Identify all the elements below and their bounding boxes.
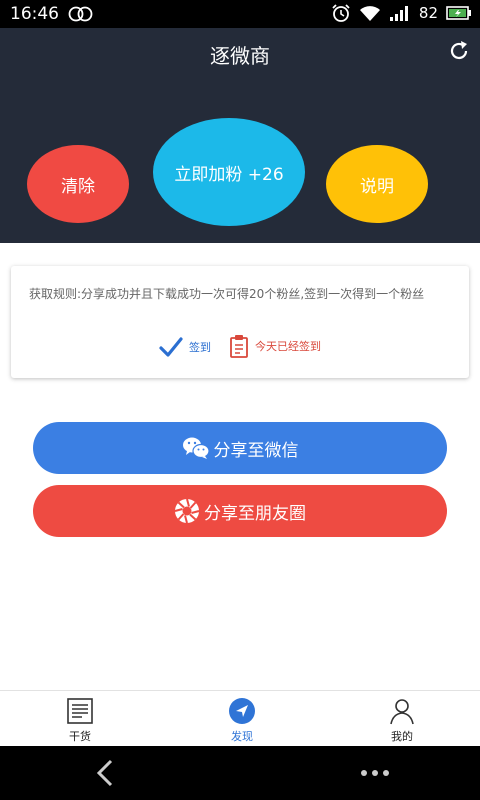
sync-rings-icon bbox=[68, 6, 93, 22]
tab-news-label: 干货 bbox=[69, 730, 91, 743]
back-icon[interactable] bbox=[95, 759, 115, 787]
tab-discover-label: 发现 bbox=[231, 730, 253, 743]
navigation-icon bbox=[229, 698, 255, 724]
wechat-icon bbox=[182, 437, 210, 459]
status-time: 16:46 bbox=[10, 4, 59, 24]
battery-icon bbox=[446, 6, 471, 20]
app-title: 逐微商 bbox=[210, 44, 270, 68]
checked-status-label: 今天已经签到 bbox=[255, 340, 321, 353]
person-icon bbox=[390, 699, 414, 725]
share-moments-button[interactable]: 分享至朋友圈 bbox=[33, 485, 447, 537]
status-indicators: 82 bbox=[331, 3, 472, 23]
checkin-label: 签到 bbox=[189, 341, 211, 354]
system-nav-bar bbox=[0, 746, 480, 800]
status-bar: 16:46 82 bbox=[0, 0, 480, 28]
battery-level: 82 bbox=[418, 4, 438, 22]
rules-text: 获取规则:分享成功并且下载成功一次可得20个粉丝,签到一次得到一个粉丝 bbox=[29, 287, 425, 301]
checkmark-icon bbox=[159, 337, 183, 357]
share-moments-label: 分享至朋友圈 bbox=[204, 503, 306, 524]
moments-aperture-icon bbox=[174, 498, 200, 524]
header-panel: 逐微商 清除 立即加粉 +26 说明 bbox=[0, 28, 480, 243]
rules-card: 获取规则:分享成功并且下载成功一次可得20个粉丝,签到一次得到一个粉丝 签到 今… bbox=[11, 266, 469, 378]
wifi-icon bbox=[359, 6, 380, 21]
refresh-icon[interactable] bbox=[448, 40, 470, 62]
checkin-button[interactable]: 签到 bbox=[159, 336, 211, 358]
share-wechat-button[interactable]: 分享至微信 bbox=[33, 422, 447, 474]
checked-in-status: 今天已经签到 bbox=[229, 334, 321, 358]
clipboard-icon bbox=[230, 335, 248, 358]
tab-discover[interactable]: 发现 bbox=[212, 697, 272, 744]
tab-mine-label: 我的 bbox=[391, 730, 413, 743]
more-icon[interactable] bbox=[360, 769, 390, 777]
alarm-icon bbox=[332, 4, 350, 22]
tab-news[interactable]: 干货 bbox=[50, 697, 110, 744]
share-wechat-label: 分享至微信 bbox=[213, 440, 299, 461]
bottom-tab-bar: 干货 发现 我的 bbox=[0, 690, 480, 746]
tab-mine[interactable]: 我的 bbox=[372, 697, 432, 744]
help-button[interactable]: 说明 bbox=[326, 145, 428, 223]
news-icon bbox=[67, 698, 93, 724]
signal-icon bbox=[389, 6, 408, 21]
clear-button[interactable]: 清除 bbox=[27, 145, 129, 223]
add-fans-button[interactable]: 立即加粉 +26 bbox=[153, 118, 305, 226]
